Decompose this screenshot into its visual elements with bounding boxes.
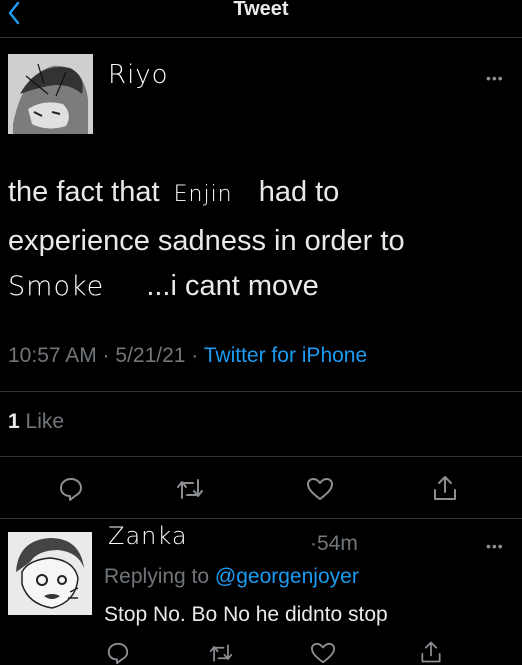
tweet-source-link[interactable]: Twitter for iPhone	[204, 344, 367, 367]
top-bar: Tweet	[0, 0, 522, 38]
like-count[interactable]: 1 Like	[8, 410, 64, 434]
reply-time: ·54m	[310, 532, 358, 555]
share-icon[interactable]	[430, 474, 460, 502]
tweet-timestamp: 10:57 AM · 5/21/21 ·	[8, 344, 204, 367]
divider	[0, 391, 522, 392]
replying-prefix: Replying to	[104, 565, 215, 588]
page-title: Tweet	[233, 0, 289, 20]
handwritten-word: Smoke	[8, 271, 105, 302]
tweet-text-line-2: experience sadness in order to	[8, 225, 405, 257]
like-icon[interactable]	[306, 476, 334, 502]
like-icon[interactable]	[310, 641, 336, 665]
reply-icon[interactable]	[58, 476, 84, 502]
replying-handle-link[interactable]: @georgenjoyer	[215, 565, 359, 588]
replying-to: Replying to @georgenjoyer	[104, 565, 359, 589]
divider	[0, 518, 522, 519]
tweet-meta: 10:57 AM · 5/21/21 · Twitter for iPhone	[8, 344, 367, 368]
reply-icon[interactable]	[106, 641, 130, 665]
share-icon[interactable]	[418, 639, 444, 665]
reply-avatar-image	[8, 532, 92, 615]
reply-text: Stop No. Bo No he didnto stop	[104, 603, 388, 626]
tweet-text-segment: had to	[258, 176, 340, 208]
reply-author-name[interactable]: Zanka	[108, 522, 188, 550]
handwritten-word: Enjin	[173, 182, 233, 207]
retweet-icon[interactable]	[175, 476, 205, 502]
like-count-label: Like	[25, 410, 65, 433]
retweet-icon[interactable]	[208, 641, 234, 665]
tweet-text-segment: ...i cant move	[146, 270, 319, 302]
more-icon[interactable]: •••	[486, 70, 504, 86]
avatar[interactable]	[8, 54, 93, 134]
divider	[0, 456, 522, 457]
avatar-image	[8, 54, 93, 134]
reply-avatar[interactable]	[8, 532, 92, 615]
tweet-text-segment: the fact that	[8, 176, 160, 208]
tweet-author-name[interactable]: Riyo	[108, 60, 169, 90]
tweet-text-line-1: the fact that Enjin had to	[8, 176, 339, 209]
like-count-number: 1	[8, 410, 20, 433]
tweet-text-line-3: Smoke ...i cant move	[8, 270, 319, 303]
more-icon[interactable]: •••	[486, 538, 504, 554]
